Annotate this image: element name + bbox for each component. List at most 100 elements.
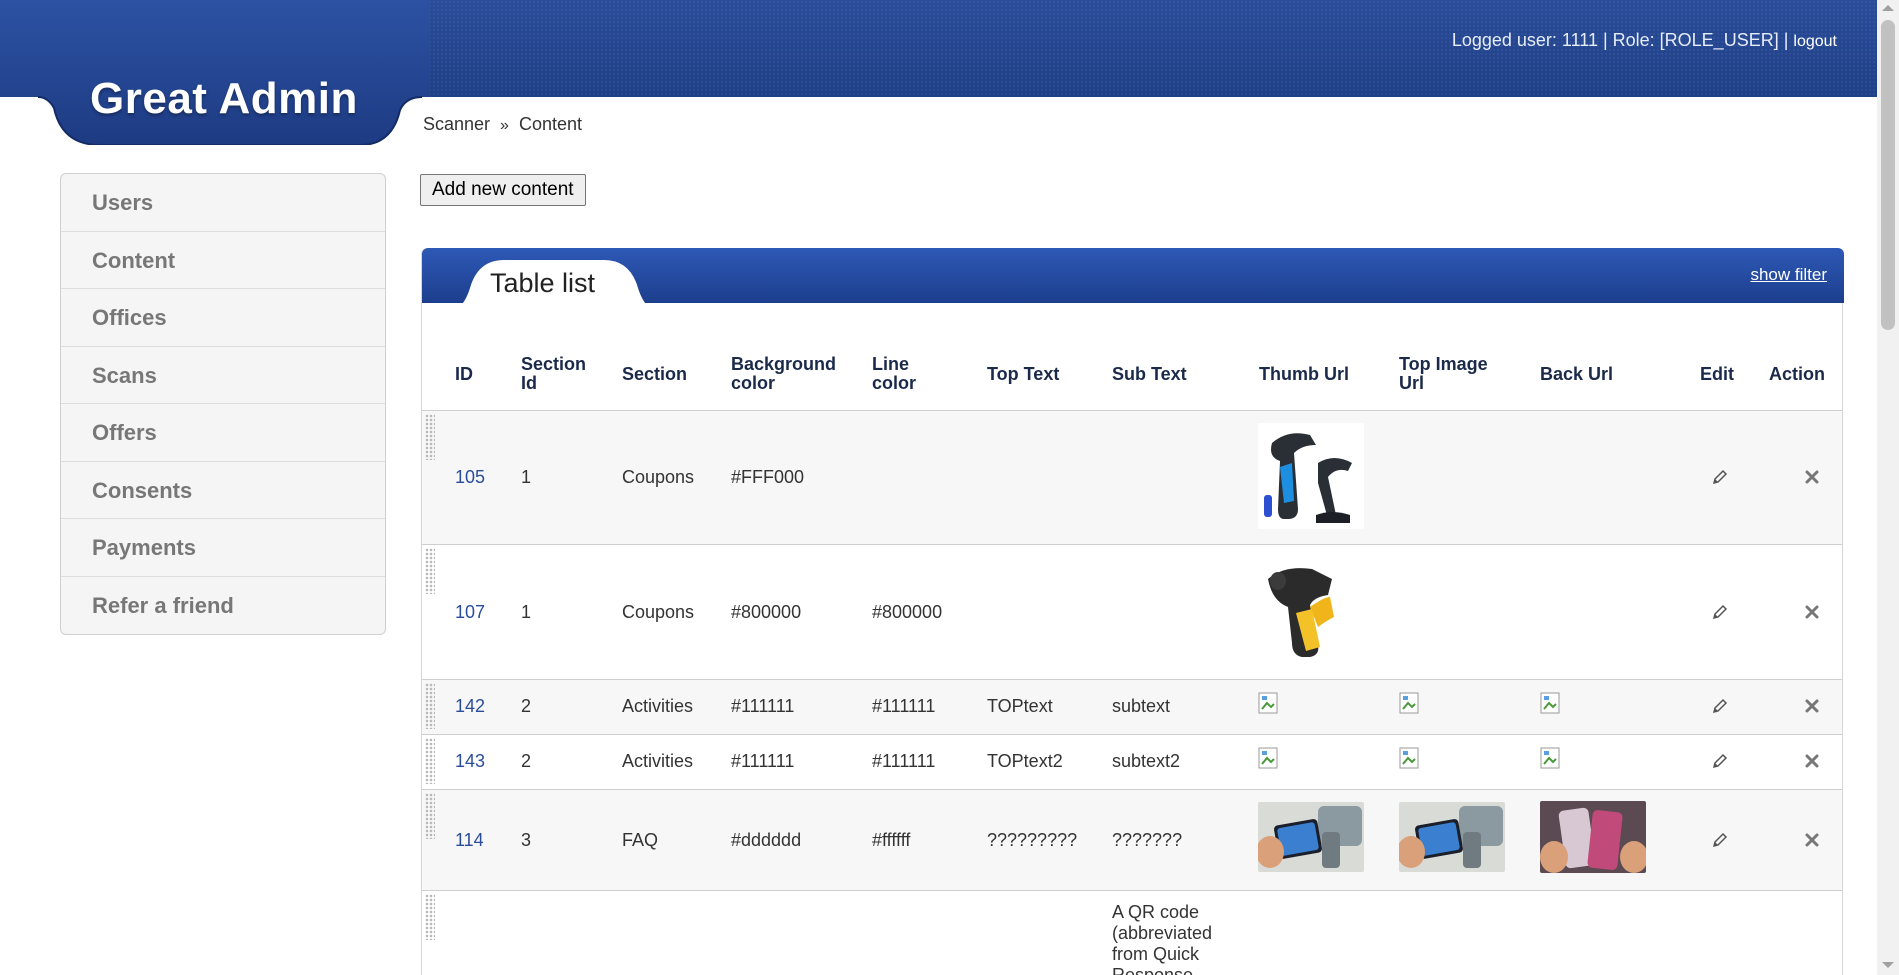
cell-id[interactable]: 143 [455, 751, 485, 772]
table-row: 114 3 FAQ #dddddd #ffffff ????????? ????… [422, 790, 1842, 891]
col-header-back-url[interactable]: Back Url [1540, 365, 1613, 384]
delete-icon[interactable] [1804, 604, 1820, 620]
cell-id[interactable]: 107 [455, 602, 485, 623]
cell-line-color: #111111 [872, 696, 936, 716]
col-header-top-image-url[interactable]: Top Image Url [1399, 355, 1499, 393]
show-filter-link[interactable]: show filter [1750, 265, 1827, 285]
panel-title: Table list [490, 268, 596, 298]
delete-icon[interactable] [1804, 832, 1820, 848]
phone-photo-image [1399, 802, 1505, 872]
cell-section-id: 1 [521, 602, 532, 622]
logo[interactable]: Great Admin [90, 74, 358, 124]
drag-handle-icon[interactable] [425, 683, 435, 729]
cell-id[interactable]: 142 [455, 696, 485, 717]
drag-handle-icon[interactable] [425, 894, 435, 940]
cell-line-color: #800000 [872, 602, 943, 622]
cell-section: FAQ [622, 830, 659, 850]
scroll-down-arrow-icon[interactable] [1882, 962, 1894, 968]
delete-icon[interactable] [1804, 469, 1820, 485]
cell-section: Coupons [622, 467, 695, 487]
cell-sub-text: A QR code (abbreviated from Quick Respon… [1112, 902, 1213, 975]
cell-sub-text: ??????? [1112, 830, 1183, 850]
cell-line-color: #ffffff [872, 830, 911, 850]
breadcrumb-item-content: Content [518, 114, 582, 134]
cell-id[interactable]: 105 [455, 467, 485, 488]
cell-id[interactable]: 114 [455, 830, 484, 851]
cell-bg-color: #dddddd [731, 830, 802, 850]
sidebar-item-offices[interactable]: Offices [61, 289, 385, 347]
col-header-background-color[interactable]: Background color [731, 355, 851, 393]
scroll-up-arrow-icon[interactable] [1882, 5, 1894, 11]
scanner-image [1258, 423, 1364, 529]
scanner-image [1258, 557, 1364, 663]
cell-bg-color: #FFF000 [731, 467, 805, 487]
delete-icon[interactable] [1804, 753, 1820, 769]
col-header-id[interactable]: ID [455, 365, 473, 384]
col-header-action: Action [1769, 364, 1825, 384]
delete-icon[interactable] [1804, 698, 1820, 714]
add-new-content-button[interactable]: Add new content [420, 174, 586, 206]
cell-bg-color: #800000 [731, 602, 802, 622]
drag-handle-icon[interactable] [425, 414, 435, 460]
col-header-edit: Edit [1700, 364, 1734, 384]
edit-pencil-icon[interactable] [1712, 604, 1728, 620]
broken-image-icon [1258, 747, 1278, 769]
broken-image-icon [1540, 692, 1560, 714]
page-scrollbar[interactable] [1877, 0, 1899, 975]
col-header-thumb-url[interactable]: Thumb Url [1259, 365, 1349, 384]
col-header-sub-text[interactable]: Sub Text [1112, 365, 1187, 384]
col-header-section[interactable]: Section [622, 365, 687, 384]
drag-handle-icon[interactable] [425, 548, 435, 594]
broken-image-icon [1399, 747, 1419, 769]
col-header-top-text[interactable]: Top Text [987, 365, 1059, 384]
table-row: 143 2 Activities #111111 #111111 TOPtext… [422, 735, 1842, 790]
cell-sub-text: subtext [1112, 696, 1171, 716]
breadcrumb-item-scanner[interactable]: Scanner [423, 114, 490, 134]
drag-handle-icon[interactable] [425, 793, 435, 839]
user-info: Logged user: 1111 | Role: [ROLE_USER] | … [1452, 30, 1837, 51]
cell-section-id: 1 [521, 467, 532, 487]
cell-top-text: TOPtext2 [987, 751, 1063, 771]
logout-link[interactable]: logout [1793, 33, 1837, 50]
cell-top-text: ????????? [987, 830, 1078, 850]
sidebar-item-content[interactable]: Content [61, 232, 385, 289]
sidebar-item-scans[interactable]: Scans [61, 347, 385, 404]
sidebar-item-users[interactable]: Users [61, 174, 385, 232]
cell-section-id: 2 [521, 696, 532, 716]
col-header-line-color[interactable]: Line color [872, 355, 932, 393]
edit-pencil-icon[interactable] [1712, 832, 1728, 848]
phone-photo-image [1258, 802, 1364, 872]
sidebar-item-offers[interactable]: Offers [61, 404, 385, 462]
broken-image-icon [1540, 747, 1560, 769]
cell-section: Coupons [622, 602, 695, 622]
col-header-section-id[interactable]: Section Id [521, 355, 601, 393]
cell-bg-color: #111111 [731, 696, 795, 716]
scrollbar-thumb[interactable] [1881, 20, 1895, 330]
sidebar-menu: Users Content Offices Scans Offers Conse… [60, 173, 386, 635]
cell-sub-text: subtext2 [1112, 751, 1181, 771]
edit-pencil-icon[interactable] [1712, 753, 1728, 769]
broken-image-icon [1258, 692, 1278, 714]
user-info-text: Logged user: 1111 | Role: [ROLE_USER] | [1451, 30, 1789, 50]
sidebar-item-payments[interactable]: Payments [61, 519, 385, 577]
sidebar-item-consents[interactable]: Consents [61, 462, 385, 519]
cell-section: Activities [622, 751, 694, 771]
breadcrumb-separator: » [500, 117, 509, 134]
table-row: 142 2 Activities #111111 #111111 TOPtext… [422, 680, 1842, 735]
table-row: 107 1 Coupons #800000 #800000 [422, 545, 1842, 680]
table-row: 105 1 Coupons #FFF000 [422, 411, 1842, 545]
sidebar-item-refer-a-friend[interactable]: Refer a friend [61, 577, 385, 635]
table-panel: Table list show filter ID Section Id Sec… [421, 248, 1844, 975]
cell-bg-color: #111111 [731, 751, 795, 771]
edit-pencil-icon[interactable] [1712, 469, 1728, 485]
cell-top-text: TOPtext [987, 696, 1053, 716]
broken-image-icon [1399, 692, 1419, 714]
drag-handle-icon[interactable] [425, 738, 435, 784]
cell-section-id: 3 [521, 830, 532, 850]
cell-line-color: #111111 [872, 751, 936, 771]
content-table: ID Section Id Section Background color L… [422, 303, 1842, 975]
cell-section-id: 2 [521, 751, 532, 771]
edit-pencil-icon[interactable] [1712, 698, 1728, 714]
breadcrumb: Scanner » Content [423, 114, 582, 135]
phone-photo-image [1540, 801, 1646, 873]
